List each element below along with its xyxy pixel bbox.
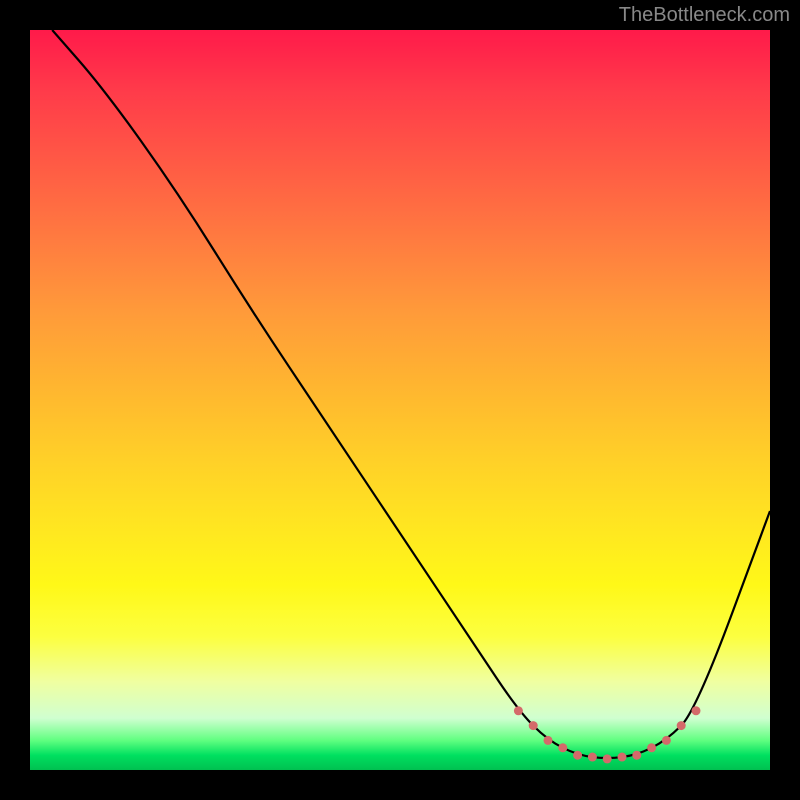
chart-plot-area [30,30,770,770]
flat-marker-dot [692,706,701,715]
bottleneck-curve-line [52,30,770,758]
flat-marker-dot [662,736,671,745]
flat-marker-dot [544,736,553,745]
flat-marker-dot [632,751,641,760]
flat-marker-dot [514,706,523,715]
flat-marker-dot [603,754,612,763]
flat-marker-dot [588,753,597,762]
flat-marker-dot [618,753,627,762]
flat-marker-dot [647,743,656,752]
flat-marker-dot [677,721,686,730]
attribution-text: TheBottleneck.com [619,4,790,27]
chart-svg [30,30,770,770]
flat-marker-dot [529,721,538,730]
flat-marker-dot [558,743,567,752]
flat-marker-dot [573,751,582,760]
